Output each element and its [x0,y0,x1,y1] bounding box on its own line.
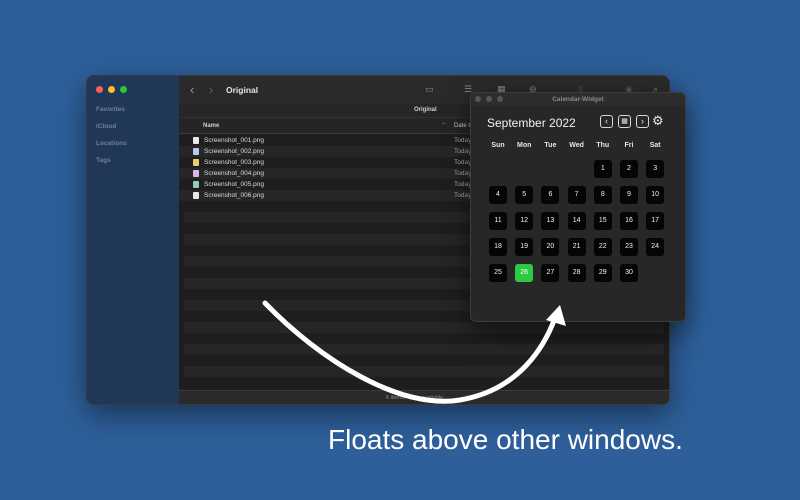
caption: Floats above other windows. [328,424,683,455]
